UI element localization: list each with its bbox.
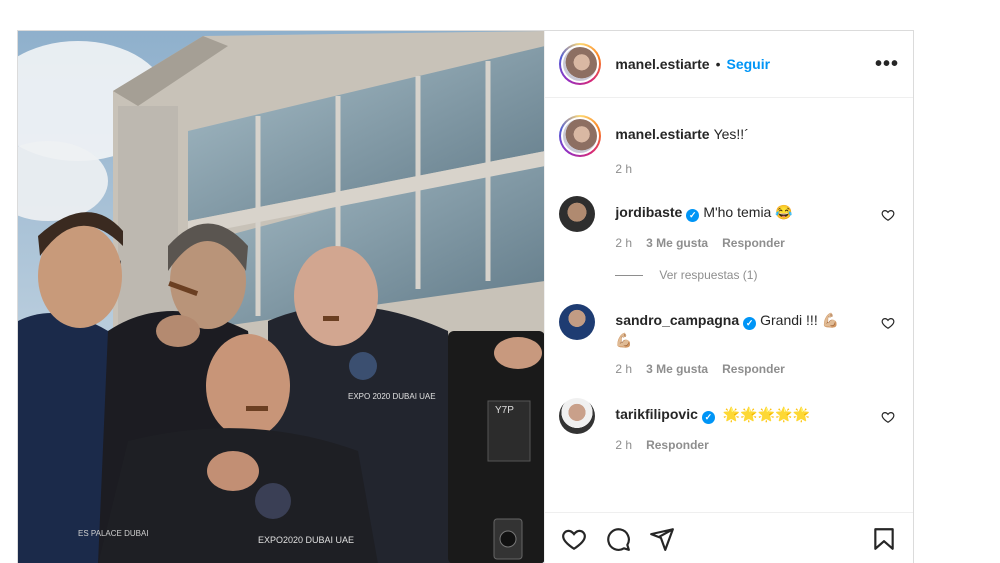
comment-emoji: 💪🏼 — [821, 312, 840, 328]
photo-illustration: dex Y7P EXPO2020 DUBAI UAE EXPO 2020 DUB… — [18, 31, 545, 563]
caption-text: Yes!!´ — [713, 126, 749, 142]
more-options-icon[interactable]: ••• — [875, 53, 899, 76]
comment-likes[interactable]: 3 Me gusta — [646, 236, 708, 250]
separator-dot: • — [715, 56, 721, 72]
caption-avatar[interactable] — [559, 115, 602, 157]
comment-item: jordibaste ✓ M'ho temia 😂 2 h 3 Me gusta R… — [559, 196, 899, 250]
comment-emoji: 😂 — [775, 204, 793, 220]
commenter-avatar[interactable] — [559, 304, 596, 340]
comment-emoji: 🌟🌟🌟🌟🌟 — [722, 406, 810, 422]
avatar-image — [563, 47, 598, 81]
author-avatar[interactable] — [559, 43, 602, 85]
comment-emoji-2: 💪🏼 — [615, 332, 633, 348]
reply-button[interactable]: Responder — [722, 236, 785, 250]
caption: manel.estiarte Yes!!´ 2 h — [559, 115, 899, 176]
comment-text: M'ho temia — [703, 204, 772, 220]
comment-bubble-icon[interactable] — [605, 526, 631, 552]
comment-item: sandro_campagna ✓ Grandi !!! 💪🏼 💪🏼 2 h 3 M… — [559, 304, 899, 376]
commenter-username[interactable]: tarikfilipovic — [615, 406, 697, 422]
comment-time[interactable]: 2 h — [615, 236, 632, 250]
left-shirt-text: ES PALACE DUBAI — [78, 529, 149, 538]
post-photo: dex Y7P EXPO2020 DUBAI UAE EXPO 2020 DUB… — [18, 31, 545, 563]
commenter-username[interactable]: jordibaste — [615, 204, 682, 220]
commenter-avatar[interactable] — [559, 398, 596, 434]
like-comment-heart-icon[interactable] — [881, 410, 895, 424]
like-comment-heart-icon[interactable] — [881, 316, 895, 330]
comment-time[interactable]: 2 h — [615, 362, 632, 376]
comment-time[interactable]: 2 h — [615, 438, 632, 452]
comment-item: tarikfilipovic ✓ 🌟🌟🌟🌟🌟 2 h Responder — [559, 398, 899, 452]
follow-button[interactable]: Seguir — [726, 56, 770, 72]
caption-username[interactable]: manel.estiarte — [615, 126, 709, 142]
author-username[interactable]: manel.estiarte — [615, 56, 709, 72]
post-header: manel.estiarte • Seguir ••• — [545, 31, 913, 98]
comment-text: Grandi !!! — [760, 312, 818, 328]
caption-time[interactable]: 2 h — [615, 162, 632, 176]
verified-badge-icon: ✓ — [686, 209, 700, 222]
comment-likes[interactable]: 3 Me gusta — [646, 362, 708, 376]
reply-button[interactable]: Responder — [646, 438, 709, 452]
share-send-icon[interactable] — [649, 526, 675, 552]
like-heart-icon[interactable] — [561, 526, 587, 552]
view-replies-label: Ver respuestas (1) — [659, 268, 758, 282]
post-side-panel: manel.estiarte • Seguir ••• manel.estiar… — [544, 31, 913, 563]
view-replies-button[interactable]: Ver respuestas (1) — [615, 268, 899, 282]
speaker-label: Y7P — [495, 405, 514, 416]
instagram-post-modal: dex Y7P EXPO2020 DUBAI UAE EXPO 2020 DUB… — [17, 30, 914, 563]
save-bookmark-icon[interactable] — [871, 526, 897, 552]
post-actions-bar — [545, 512, 913, 563]
commenter-avatar[interactable] — [559, 196, 596, 232]
like-comment-heart-icon[interactable] — [881, 208, 895, 222]
view-replies-line — [615, 274, 644, 276]
verified-badge-icon: ✓ — [701, 411, 715, 424]
back-shirt-text: EXPO 2020 DUBAI UAE — [348, 392, 436, 401]
commenter-username[interactable]: sandro_campagna — [615, 312, 739, 328]
reply-button[interactable]: Responder — [722, 362, 785, 376]
front-shirt-text: EXPO2020 DUBAI UAE — [258, 535, 354, 545]
verified-badge-icon: ✓ — [743, 317, 757, 330]
comments-list: manel.estiarte Yes!!´ 2 h jordibaste ✓ M'ho… — [545, 99, 913, 512]
